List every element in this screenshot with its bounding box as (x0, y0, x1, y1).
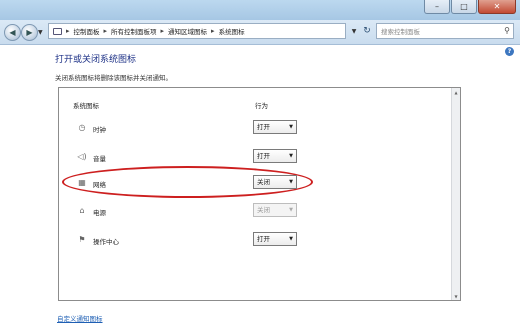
customize-notification-icons-link[interactable]: 自定义通知图标 (57, 313, 103, 323)
breadcrumb-system-icons[interactable]: 系统图标 (219, 26, 245, 36)
select-value: 打开 (257, 235, 270, 243)
minimize-button[interactable]: – (424, 0, 450, 14)
help-icon[interactable]: ? (505, 47, 514, 56)
navigation-bar: ◀ ▶ ▼ ▸ 控制面板 ▸ 所有控制面板项 ▸ 通知区域图标 ▸ 系统图标 ▼… (0, 20, 520, 45)
row-label: 时钟 (93, 126, 106, 134)
chevron-down-icon: ▼ (289, 236, 293, 242)
column-header-behavior: 行为 (255, 102, 268, 110)
breadcrumb-all-items[interactable]: 所有控制面板项 (111, 26, 157, 36)
volume-behavior-select[interactable]: 打开 ▼ (253, 149, 297, 163)
row-power: ⌂ 电源 关闭 ▼ (59, 203, 454, 221)
breadcrumb-notification-icons[interactable]: 通知区域图标 (168, 26, 207, 36)
select-value: 打开 (257, 152, 270, 160)
chevron-down-icon: ▼ (289, 179, 293, 185)
maximize-button[interactable]: □ (451, 0, 477, 14)
forward-button[interactable]: ▶ (21, 24, 38, 41)
back-button[interactable]: ◀ (4, 24, 21, 41)
chevron-down-icon: ▼ (289, 153, 293, 159)
column-header-system-icons: 系统图标 (73, 102, 99, 110)
window-title-bar: – □ ✕ (0, 0, 520, 21)
row-action-center: ⚑ 操作中心 打开 ▼ (59, 232, 454, 250)
recent-pages-dropdown[interactable]: ▼ (38, 29, 43, 36)
breadcrumb-separator: ▸ (211, 27, 215, 35)
action-center-flag-icon: ⚑ (78, 235, 86, 244)
select-value: 关闭 (257, 178, 270, 186)
action-center-behavior-select[interactable]: 打开 ▼ (253, 232, 297, 246)
page-description: 关闭系统图标将删除该图标并关闭通知。 (55, 74, 172, 82)
power-behavior-select: 关闭 ▼ (253, 203, 297, 217)
search-placeholder: 搜索控制面板 (381, 28, 420, 36)
page-title: 打开或关闭系统图标 (55, 55, 137, 65)
network-behavior-select[interactable]: 关闭 ▼ (253, 175, 297, 189)
scroll-up-icon[interactable]: ▲ (452, 88, 460, 96)
power-icon: ⌂ (79, 206, 85, 215)
system-icons-panel: ▲ ▼ 系统图标 行为 ◷ 时钟 打开 ▼ ◁) 音量 打开 ▼ ▦ 网络 关闭… (58, 87, 461, 301)
close-button[interactable]: ✕ (478, 0, 516, 14)
search-icon[interactable]: ⚲ (504, 26, 510, 35)
chevron-down-icon: ▼ (289, 124, 293, 130)
row-label: 电源 (93, 209, 106, 217)
breadcrumb-separator: ▸ (66, 27, 70, 35)
select-value: 关闭 (257, 206, 270, 214)
row-label: 网络 (93, 181, 106, 189)
refresh-icon[interactable]: ↻ (360, 23, 374, 39)
breadcrumb-separator: ▸ (160, 27, 165, 35)
clock-behavior-select[interactable]: 打开 ▼ (253, 120, 297, 134)
window-controls: – □ ✕ (423, 0, 516, 14)
row-network: ▦ 网络 关闭 ▼ (59, 166, 454, 198)
breadcrumb-control-panel[interactable]: 控制面板 (74, 26, 100, 36)
breadcrumb-separator: ▸ (103, 27, 108, 35)
volume-icon: ◁) (77, 152, 87, 161)
search-input[interactable]: 搜索控制面板 ⚲ (376, 23, 514, 39)
row-volume: ◁) 音量 打开 ▼ (59, 149, 454, 167)
scroll-down-icon[interactable]: ▼ (452, 292, 460, 300)
address-dropdown-icon[interactable]: ▼ (348, 23, 360, 39)
network-icon: ▦ (78, 178, 86, 187)
row-label: 操作中心 (93, 238, 119, 246)
select-value: 打开 (257, 123, 270, 131)
control-panel-icon (53, 27, 62, 35)
clock-icon: ◷ (78, 123, 86, 132)
chevron-down-icon: ▼ (289, 207, 293, 213)
row-clock: ◷ 时钟 打开 ▼ (59, 120, 454, 138)
address-bar[interactable]: ▸ 控制面板 ▸ 所有控制面板项 ▸ 通知区域图标 ▸ 系统图标 (48, 23, 346, 39)
row-label: 音量 (93, 155, 106, 163)
